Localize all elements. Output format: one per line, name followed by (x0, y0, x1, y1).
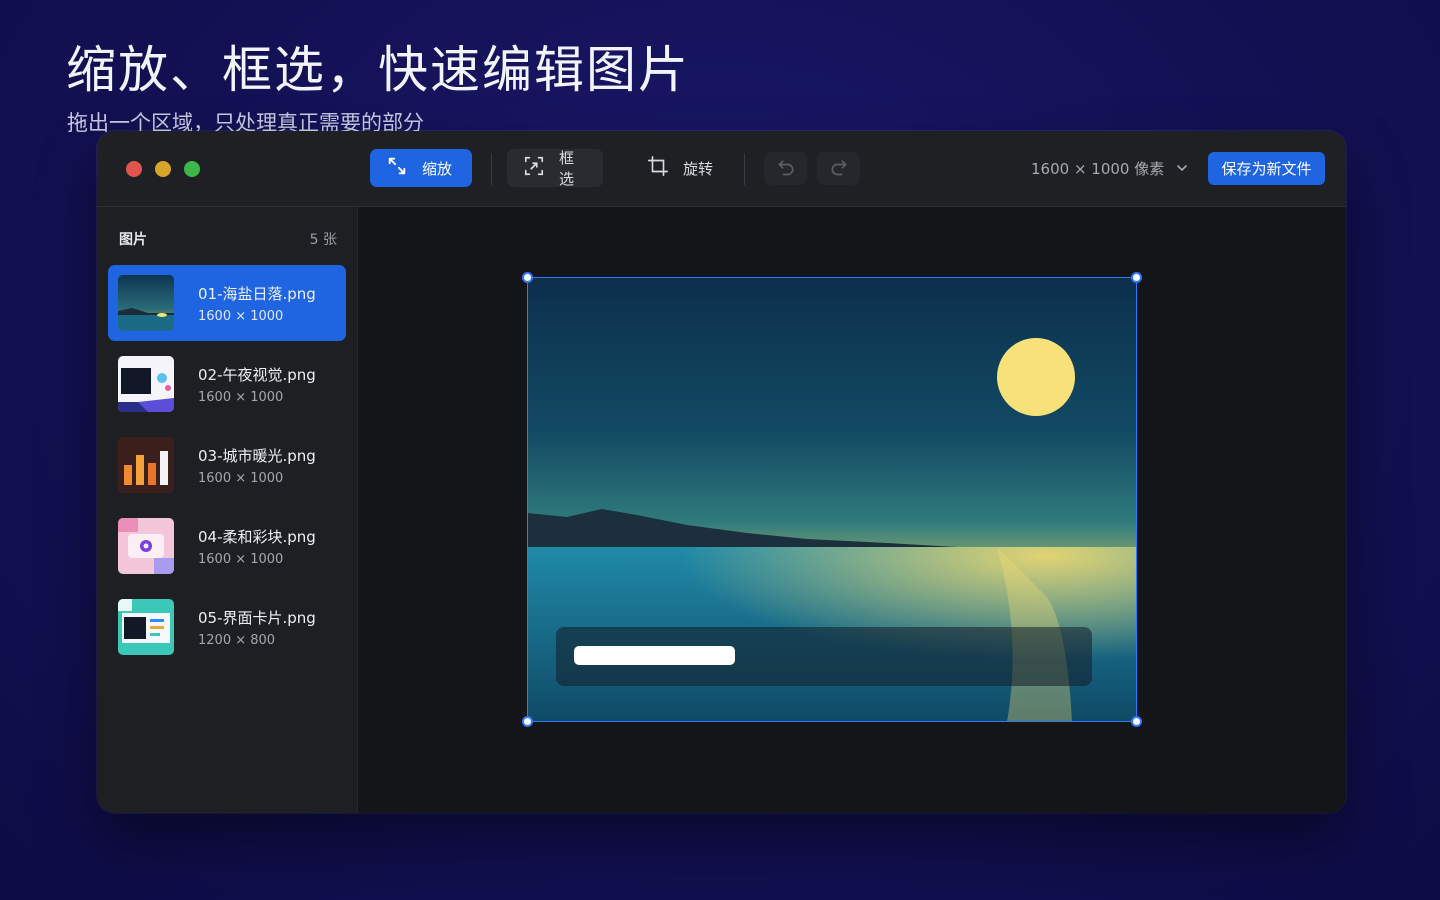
file-item-02[interactable]: 02-午夜视觉.png 1600 × 1000 (108, 346, 346, 422)
file-item-01[interactable]: 01-海盐日落.png 1600 × 1000 (108, 265, 346, 341)
file-dimensions: 1600 × 1000 (198, 471, 284, 486)
chevron-down-icon (1176, 160, 1188, 178)
toolbar-divider (491, 153, 492, 185)
select-area-icon (523, 155, 545, 181)
file-name: 02-午夜视觉.png (198, 366, 316, 384)
zoom-tool-button[interactable]: 缩放 (370, 149, 472, 187)
sidebar-title: 图片 (119, 232, 147, 248)
thumbnail-midnight (118, 356, 174, 412)
resize-handle-top-left[interactable] (522, 272, 533, 283)
file-dimensions: 1600 × 1000 (198, 552, 284, 567)
close-window-button[interactable] (126, 161, 142, 177)
redo-button[interactable] (817, 152, 860, 185)
editor-canvas[interactable] (358, 207, 1346, 813)
image-sidebar: 图片 5 张 01-海盐日落.png 1600 × 1000 02-午夜视觉.p… (97, 207, 358, 813)
thumbnail-sunset (118, 275, 174, 331)
minimize-window-button[interactable] (155, 161, 171, 177)
thumbnail-ui-card (118, 599, 174, 655)
image-preview[interactable] (522, 272, 1142, 727)
image-count: 5 张 (309, 232, 337, 248)
file-dimensions: 1200 × 800 (198, 633, 276, 648)
app-window: 缩放 框选 旋转 1600 × 1000 像素 保存为新文件 图片 5 张 01… (97, 131, 1346, 813)
undo-icon (776, 157, 796, 181)
maximize-window-button[interactable] (184, 161, 200, 177)
title-bar: 缩放 框选 旋转 1600 × 1000 像素 保存为新文件 (97, 131, 1346, 207)
file-item-05[interactable]: 05-界面卡片.png 1200 × 800 (108, 589, 346, 665)
file-dimensions: 1600 × 1000 (198, 309, 284, 324)
file-name: 05-界面卡片.png (198, 609, 316, 627)
thumbnail-city-warm (118, 437, 174, 493)
sidebar-header: 图片 5 张 (119, 229, 337, 249)
toolbar-divider (744, 153, 745, 185)
file-name: 04-柔和彩块.png (198, 528, 316, 546)
file-item-04[interactable]: 04-柔和彩块.png 1600 × 1000 (108, 508, 346, 584)
thumbnail-soft-blocks (118, 518, 174, 574)
resize-handle-bottom-right[interactable] (1131, 716, 1142, 727)
image-size-label: 1600 × 1000 像素 (1031, 160, 1165, 178)
file-item-03[interactable]: 03-城市暖光.png 1600 × 1000 (108, 427, 346, 503)
resize-handle-bottom-left[interactable] (522, 716, 533, 727)
zoom-tool-label: 缩放 (422, 159, 453, 178)
file-dimensions: 1600 × 1000 (198, 390, 284, 405)
redo-icon (829, 157, 849, 181)
crop-rotate-icon (647, 155, 669, 181)
image-size-dropdown[interactable]: 1600 × 1000 像素 (1031, 158, 1188, 179)
rotate-tool-button[interactable]: 旋转 (631, 149, 731, 187)
rotate-tool-label: 旋转 (683, 159, 714, 178)
select-tool-label: 框选 (559, 149, 575, 188)
hero-title: 缩放、框选，快速编辑图片 (66, 41, 690, 99)
file-name: 01-海盐日落.png (198, 285, 316, 303)
save-as-new-file-button[interactable]: 保存为新文件 (1208, 152, 1325, 185)
selection-box[interactable] (522, 272, 1142, 727)
file-name: 03-城市暖光.png (198, 447, 316, 465)
resize-handle-top-right[interactable] (1131, 272, 1142, 283)
expand-icon (386, 155, 408, 181)
select-tool-button[interactable]: 框选 (507, 149, 603, 188)
undo-button[interactable] (764, 152, 807, 185)
